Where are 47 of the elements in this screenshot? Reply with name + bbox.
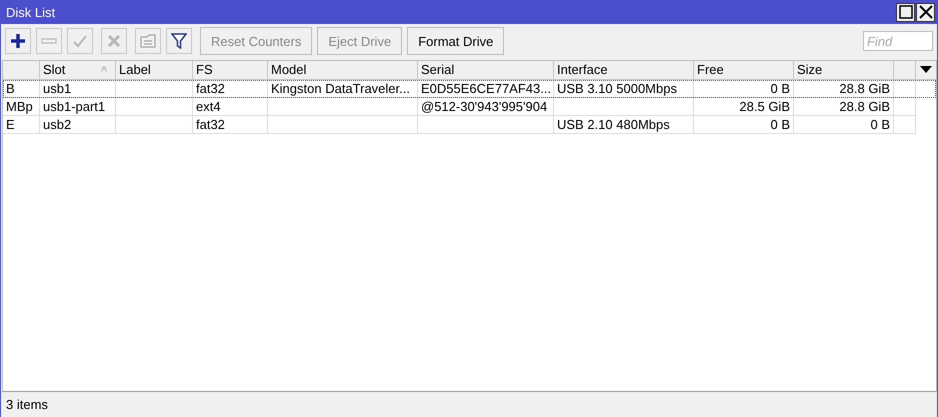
table-cell: Kingston DataTraveler... [271, 81, 410, 96]
column-header[interactable]: Model [268, 61, 418, 80]
column-header[interactable]: Slot [40, 61, 116, 80]
status-text: 3 items [6, 397, 48, 412]
table-cell: 28.8 GiB [839, 81, 890, 96]
table-cell: 28.5 GiB [739, 99, 790, 114]
flags-text: E [6, 117, 15, 132]
table-cell: 28.8 GiB [839, 99, 890, 114]
note-icon [140, 33, 156, 49]
table-cell: usb1 [43, 81, 72, 96]
flags-text: MBp [6, 99, 33, 114]
table-cell: USB 2.10 480Mbps [557, 117, 670, 132]
column-header[interactable]: Serial [418, 61, 554, 80]
table-row[interactable]: E usb2 fat32 USB 2.10 480Mbps 0 B 0 B [3, 116, 936, 134]
maximize-button[interactable] [896, 2, 915, 22]
table-row[interactable]: B usb1 fat32 Kingston DataTraveler... E0D55E6CE77AF43... USB 3.10 5000Mbps 0 B 28.8 GiB [3, 80, 936, 98]
column-header[interactable]: Interface [554, 61, 694, 80]
dropdown-icon [920, 66, 932, 74]
add-button[interactable] [5, 28, 31, 54]
column-header[interactable] [3, 61, 40, 80]
table-cell: usb2 [43, 117, 72, 132]
filter-icon [171, 33, 187, 49]
column-header[interactable]: FS [193, 61, 268, 80]
table-row[interactable]: MBp usb1-part1 ext4 @512-30'943'995'904 28.5 GiB 28.8 GiB [3, 98, 936, 116]
table-cell: 0 B [870, 117, 890, 132]
table-cell: USB 3.10 5000Mbps [557, 81, 677, 96]
table-cell: E0D55E6CE77AF43... [421, 81, 552, 96]
flags-text: B [6, 81, 15, 96]
table-cell: ext4 [196, 99, 221, 114]
window-title: Disk List [6, 4, 56, 20]
table-cell: @512-30'943'995'904 [421, 99, 548, 114]
find-field[interactable]: Find [863, 31, 933, 51]
column-header[interactable]: Label [116, 61, 193, 80]
table-cell: 0 B [770, 117, 790, 132]
column-header[interactable]: Free [694, 61, 794, 80]
plus-icon [10, 33, 26, 49]
toolbar-button[interactable]: Format Drive [407, 27, 504, 55]
filter-button[interactable] [166, 28, 192, 54]
table-cell: fat32 [196, 117, 225, 132]
close-button[interactable] [916, 2, 935, 22]
table-cell: fat32 [196, 81, 225, 96]
column-header[interactable]: Size [794, 61, 894, 80]
table-cell: usb1-part1 [43, 99, 106, 114]
cross-icon [106, 33, 122, 49]
table-cell: 0 B [770, 81, 790, 96]
sort-icon [101, 66, 107, 72]
check-icon [72, 33, 88, 49]
